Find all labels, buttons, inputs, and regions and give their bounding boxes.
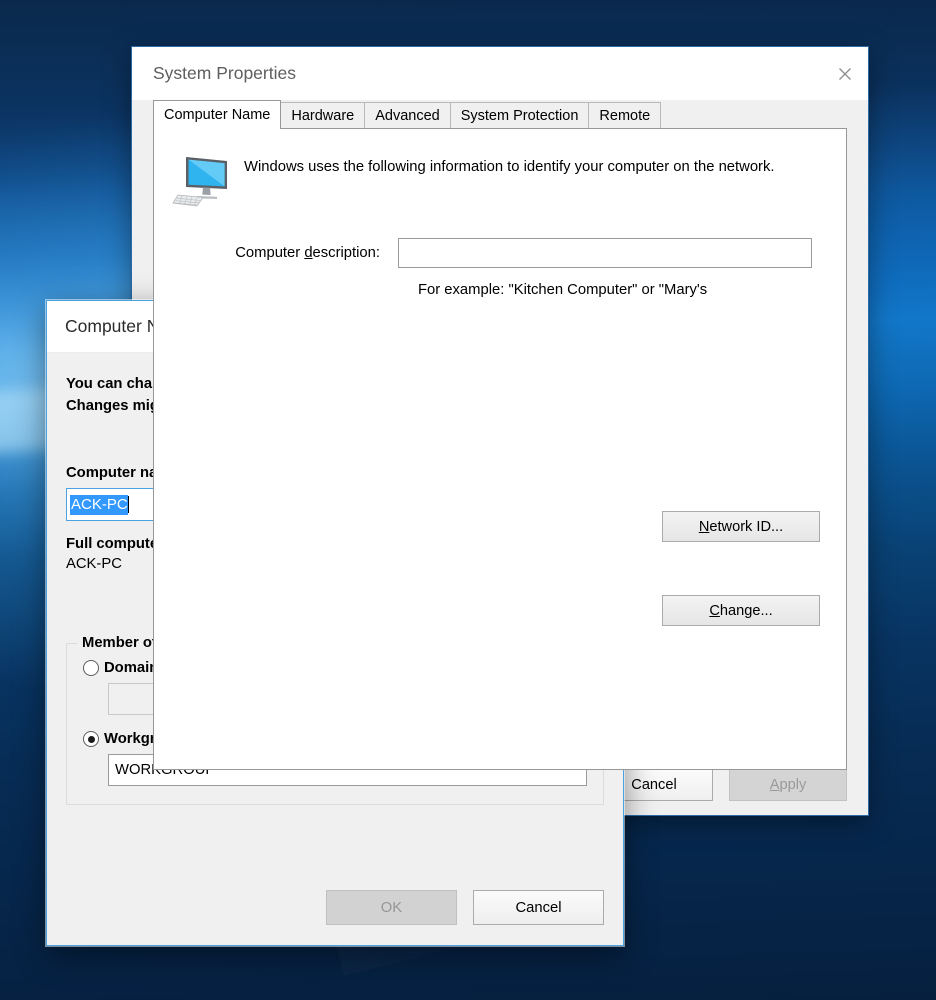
tab-page-computer-name: Windows uses the following information t… (153, 128, 847, 770)
tab-system-protection[interactable]: System Protection (449, 102, 590, 128)
computer-monitor-icon (172, 151, 234, 214)
page-title: System Properties (153, 63, 296, 83)
computer-description-label: Computer description: (235, 245, 380, 261)
tab-strip: Computer Name Hardware Advanced System P… (153, 100, 847, 129)
desktop-wallpaper: System Properties Computer Name Hardware… (0, 0, 936, 1000)
tab-computer-name[interactable]: Computer Name (153, 100, 282, 129)
system-properties-window: System Properties Computer Name Hardware… (131, 46, 869, 816)
tab-advanced[interactable]: Advanced (364, 102, 451, 128)
text-caret (127, 496, 130, 514)
hero-row: Windows uses the following information t… (154, 129, 846, 214)
tab-remote[interactable]: Remote (588, 102, 662, 128)
computer-description-input[interactable] (398, 238, 812, 268)
workgroup-radio-button[interactable] (83, 731, 99, 748)
cancel-button[interactable]: Cancel (473, 890, 604, 925)
dialog-footer: OK Cancel (326, 890, 604, 925)
change-button[interactable]: Change... (662, 595, 820, 626)
computer-name-value: ACK-PC (70, 494, 128, 515)
apply-button[interactable]: Apply (729, 769, 847, 801)
network-id-button[interactable]: Network ID... (662, 511, 820, 542)
close-icon[interactable] (822, 47, 868, 100)
computer-description-row: Computer description: (154, 214, 846, 268)
system-properties-titlebar: System Properties (132, 47, 868, 100)
computer-description-hint: For example: "Kitchen Computer" or "Mary… (418, 282, 708, 298)
hero-description: Windows uses the following information t… (244, 159, 775, 175)
ok-button[interactable]: OK (326, 890, 457, 925)
domain-radio-button[interactable] (83, 660, 99, 677)
tab-hardware[interactable]: Hardware (280, 102, 366, 128)
member-of-legend: Member of (77, 635, 162, 652)
